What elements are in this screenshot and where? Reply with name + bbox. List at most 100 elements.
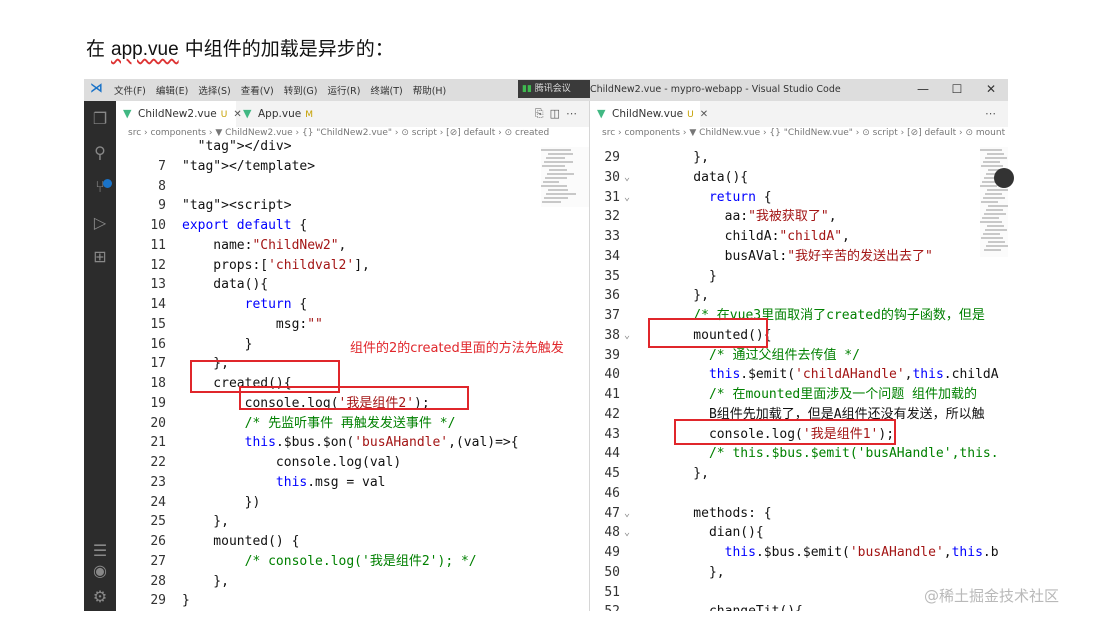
tab-status: U: [687, 110, 694, 120]
cursor-indicator: [994, 168, 1014, 188]
title-suffix: 中组件的加载是异步的：: [178, 38, 394, 60]
split-editor-icon[interactable]: ◫: [550, 107, 566, 120]
line-number: 20: [150, 415, 166, 431]
minimap-line: [988, 205, 1008, 207]
code-text: busAVal:"我好辛苦的发送出去了": [662, 248, 933, 264]
extensions-icon[interactable]: ⊞: [90, 247, 110, 267]
document-title: 在 app.vue 中组件的加载是异步的：: [86, 34, 394, 61]
code-text: /* 通过父组件去传值 */: [662, 347, 860, 363]
code-text: aa:"我被获取了",: [662, 209, 837, 225]
close-button[interactable]: ✕: [974, 79, 1008, 101]
fold-chevron-icon[interactable]: ⌄: [624, 188, 630, 208]
menu-item[interactable]: 转到(G): [284, 83, 318, 97]
code-text: this.$bus.$on('busAHandle',(val)=>{: [244, 435, 519, 451]
vue-file-icon: ▼: [597, 107, 606, 120]
code-text: changeTit(){: [662, 602, 803, 611]
fold-chevron-icon[interactable]: ⌄: [624, 326, 630, 346]
tab-label: ChildNew.vue: [612, 108, 684, 120]
breadcrumb[interactable]: src › components › ▼ ChildNew.vue › {} "…: [602, 128, 1005, 138]
line-number: 17: [150, 356, 166, 372]
menu-item[interactable]: 文件(F): [114, 83, 146, 97]
line-number: 51: [604, 584, 620, 600]
code-text: "tag"></template>: [182, 158, 316, 174]
code-text: props:['childval2'],: [182, 257, 370, 273]
title-app-name: app.vue: [111, 39, 179, 60]
vue-file-icon: ▼: [123, 107, 132, 120]
code-text: },: [662, 564, 725, 580]
line-number: 49: [604, 545, 620, 560]
fold-chevron-icon[interactable]: ⌄: [624, 523, 630, 543]
close-tab-icon[interactable]: ✕: [700, 109, 708, 120]
minimap-line: [987, 153, 1004, 155]
minimap-line: [984, 249, 1001, 251]
vue-file-icon: ▼: [243, 107, 252, 120]
search-icon[interactable]: ⚲: [90, 143, 110, 163]
account-icon[interactable]: ◉: [90, 561, 110, 581]
line-number: 21: [150, 435, 166, 451]
maximize-button[interactable]: ☐: [940, 79, 974, 101]
tab-childnew[interactable]: ▼ ChildNew.vue U ✕: [590, 101, 708, 127]
code-text: console.log(val): [182, 455, 402, 470]
minimap-line: [980, 221, 1002, 223]
code-text: dian(){: [662, 525, 764, 541]
minimap-line: [988, 241, 1005, 243]
code-text: }: [182, 336, 253, 352]
menu-item[interactable]: 终端(T): [370, 83, 402, 97]
explorer-icon[interactable]: ❐: [90, 109, 110, 129]
code-text: "tag"></div>: [197, 139, 292, 154]
minimap-line: [984, 213, 1006, 215]
line-number: 12: [150, 257, 166, 273]
minimize-button[interactable]: —: [906, 79, 940, 101]
line-number: 13: [150, 277, 166, 293]
line-number: 36: [604, 288, 620, 304]
minimap-line: [987, 225, 1004, 227]
fold-chevron-icon[interactable]: ⌄: [624, 168, 630, 188]
minimap-line: [983, 197, 1005, 199]
right-minimap[interactable]: [980, 147, 1008, 257]
menu-item[interactable]: 编辑(E): [156, 83, 188, 97]
window-controls: — ☐ ✕: [906, 79, 1008, 101]
meeting-label: 腾讯会议: [534, 84, 571, 94]
minimap-line: [547, 173, 574, 175]
code-text: }): [182, 494, 261, 510]
more-actions-icon[interactable]: ⋯: [985, 107, 1002, 120]
tab-childnew2[interactable]: ▼ ChildNew2.vue U ✕: [116, 101, 242, 127]
outline-icon[interactable]: ☰: [90, 541, 110, 561]
more-actions-icon[interactable]: ⋯: [566, 107, 583, 120]
line-number: 7: [158, 158, 166, 174]
menu-item[interactable]: 查看(V): [241, 83, 274, 97]
menu-item[interactable]: 帮助(H): [413, 83, 447, 97]
code-text: "tag"><script>: [182, 198, 292, 214]
minimap-line: [543, 181, 559, 183]
line-number: 16: [150, 336, 166, 352]
editor-actions: ⋯: [985, 107, 1002, 120]
line-number: 9: [158, 198, 166, 214]
fold-chevron-icon[interactable]: ⌄: [624, 602, 630, 611]
menu-item[interactable]: 运行(R): [327, 83, 360, 97]
line-number: 47: [604, 505, 620, 521]
compare-icon[interactable]: ⎘: [535, 107, 550, 120]
settings-gear-icon[interactable]: ⚙: [90, 587, 110, 607]
minimap-line: [545, 177, 567, 179]
code-text: },: [182, 514, 229, 530]
minimap-line: [981, 165, 1003, 167]
title-bar: ⋊ 文件(F) 编辑(E) 选择(S) 查看(V) 转到(G) 运行(R) 终端(T) 帮助(…: [84, 79, 1008, 101]
code-text: /* console.log('我是组件2'); */: [182, 553, 477, 569]
minimap-line: [986, 209, 1003, 211]
code-text: }: [182, 593, 190, 609]
menu-item[interactable]: 选择(S): [198, 83, 230, 97]
title-prefix: 在: [86, 38, 112, 60]
line-number: 28: [150, 573, 166, 589]
minimap-line: [983, 233, 1000, 235]
left-minimap[interactable]: [541, 147, 589, 207]
meeting-indicator[interactable]: ▮▮ 腾讯会议: [518, 80, 590, 98]
line-number: 44: [604, 446, 620, 462]
code-text: childA:"childA",: [662, 229, 850, 244]
minimap-line: [549, 169, 567, 171]
line-number: 50: [604, 564, 620, 580]
run-debug-icon[interactable]: ▷: [90, 213, 110, 233]
line-number: 35: [604, 268, 620, 284]
minimap-line: [985, 193, 1002, 195]
fold-chevron-icon[interactable]: ⌄: [624, 504, 630, 524]
tab-app-vue[interactable]: ▼ App.vue M: [236, 101, 326, 127]
